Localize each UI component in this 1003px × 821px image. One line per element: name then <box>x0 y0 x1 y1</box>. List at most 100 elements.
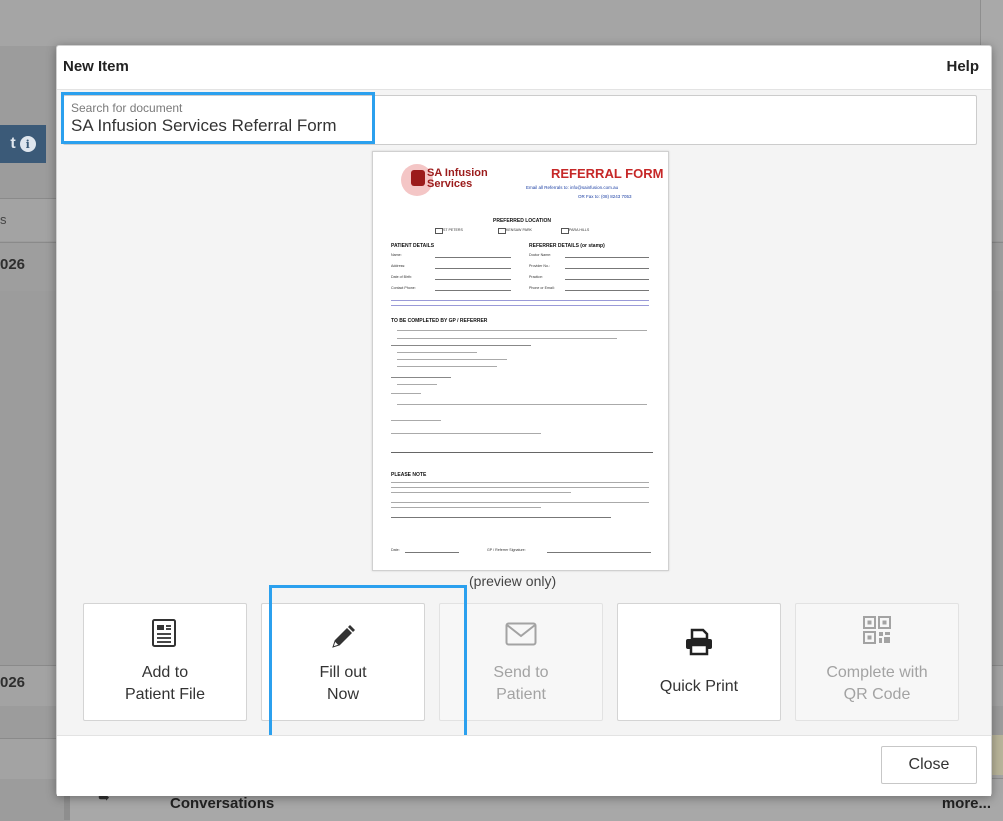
blue-note-line <box>391 305 649 306</box>
document-search-input[interactable]: Search for document SA Infusion Services… <box>61 92 977 145</box>
date-label: Date: <box>391 548 400 552</box>
text-line <box>391 345 531 346</box>
search-value[interactable]: SA Infusion Services Referral Form <box>71 116 336 136</box>
text-line <box>397 352 477 353</box>
text-line <box>391 393 421 394</box>
text-line <box>391 517 611 518</box>
text-line <box>391 420 441 421</box>
drop-icon <box>411 170 425 186</box>
action-label: Complete with QR Code <box>796 662 958 706</box>
blue-note-line <box>391 300 649 301</box>
patient-details-heading: PATIENT DETAILS <box>391 243 435 249</box>
logo-text: SA Infusion Services <box>427 168 488 190</box>
background-info-button: ti <box>0 125 46 163</box>
text-line <box>391 502 649 503</box>
gp-section-heading: TO BE COMPLETED BY GP / REFERRER <box>391 318 488 324</box>
send-to-patient-button[interactable]: Send to Patient <box>439 603 603 721</box>
field-line <box>565 290 649 291</box>
action-label-line-2: Patient File <box>124 686 206 703</box>
printer-icon <box>684 628 714 661</box>
action-label: Fill out Now <box>262 662 424 706</box>
field-line <box>405 552 459 553</box>
field-line <box>435 268 511 269</box>
divider-line <box>391 452 653 453</box>
patient-field: Date of Birth: <box>391 275 412 279</box>
location-option: PARA HILLS <box>569 228 590 232</box>
field-line <box>435 257 511 258</box>
complete-with-qr-code-button[interactable]: Complete with QR Code <box>795 603 959 721</box>
text-line <box>397 384 437 385</box>
background-text-2: 026 <box>0 256 26 273</box>
background-text-1: s <box>0 212 7 227</box>
modal-body: Search for document SA Infusion Services… <box>57 90 991 743</box>
action-label-line-1: Add to <box>141 664 189 681</box>
patient-field: Name: <box>391 253 402 257</box>
conversations-label: Conversations <box>170 795 275 812</box>
close-button[interactable]: Close <box>881 746 977 784</box>
text-line <box>397 359 507 360</box>
checkbox <box>435 228 443 234</box>
patient-field: Contact Phone: <box>391 286 416 290</box>
pencil-icon <box>330 624 356 655</box>
form-fax-line: OR Fax to: (08) 8243 7053 <box>578 194 632 199</box>
please-note-heading: PLEASE NOTE <box>391 472 427 478</box>
checkbox <box>498 228 506 234</box>
modal-footer: Close <box>57 735 991 796</box>
action-label-line-1: Quick Print <box>659 678 739 695</box>
location-option: KENSAW PARK <box>506 228 532 232</box>
action-label: Add to Patient File <box>84 662 246 706</box>
text-line <box>397 338 617 339</box>
field-line <box>547 552 651 553</box>
background-text-3: 026 <box>0 674 26 691</box>
action-label-line-1: Complete with <box>826 664 928 681</box>
referrer-field: Practice: <box>529 275 543 279</box>
text-line <box>391 433 541 434</box>
form-title: REFERRAL FORM <box>551 166 664 181</box>
text-line <box>397 404 647 405</box>
action-label-line-1: Fill out <box>319 664 367 681</box>
action-label-line-2: QR Code <box>843 686 911 703</box>
patient-field: Address: <box>391 264 406 268</box>
logo-text-line-2: Services <box>427 178 473 190</box>
location-option: ST PETERS <box>443 228 463 232</box>
quick-print-button[interactable]: Quick Print <box>617 603 781 721</box>
field-line <box>435 290 511 291</box>
search-label: Search for document <box>71 101 183 115</box>
modal-title: New Item <box>63 58 129 75</box>
signature-label: GP / Referrer Signature: <box>487 548 526 552</box>
preview-caption: (preview only) <box>469 573 557 589</box>
text-line <box>397 330 647 331</box>
field-line <box>565 257 649 258</box>
field-line <box>565 279 649 280</box>
text-line <box>391 482 649 483</box>
preferred-location-heading: PREFERRED LOCATION <box>493 218 551 224</box>
document-icon <box>150 618 180 653</box>
text-line <box>397 366 497 367</box>
background-header <box>0 0 1003 46</box>
referrer-field: Doctor Name: <box>529 253 552 257</box>
info-icon: i <box>19 136 36 152</box>
action-label: Quick Print <box>618 676 780 698</box>
referrer-field: Phone or Email: <box>529 286 555 290</box>
fill-out-now-button[interactable]: Fill out Now <box>261 603 425 721</box>
text-line <box>391 507 541 508</box>
qr-code-icon <box>863 616 891 649</box>
text-line <box>391 492 571 493</box>
action-label: Send to Patient <box>440 662 602 706</box>
text-line <box>391 487 649 488</box>
field-line <box>435 279 511 280</box>
text-line <box>391 377 451 378</box>
help-link[interactable]: Help <box>946 58 979 75</box>
envelope-icon <box>505 622 537 651</box>
form-email-line: Email all Referrals to: info@sainfusion.… <box>526 185 619 190</box>
action-label-line-2: Patient <box>496 686 546 703</box>
checkbox <box>561 228 569 234</box>
action-label-line-2: Now <box>326 686 359 703</box>
document-preview: SA Infusion Services REFERRAL FORM Email… <box>372 151 669 571</box>
new-item-modal: New Item Help Search for document SA Inf… <box>56 45 992 796</box>
modal-header: New Item Help <box>57 46 991 90</box>
add-to-patient-file-button[interactable]: Add to Patient File <box>83 603 247 721</box>
field-line <box>565 268 649 269</box>
action-buttons: Add to Patient File Fill out Now Send to… <box>83 585 963 743</box>
referrer-field: Provider No.: <box>529 264 550 268</box>
